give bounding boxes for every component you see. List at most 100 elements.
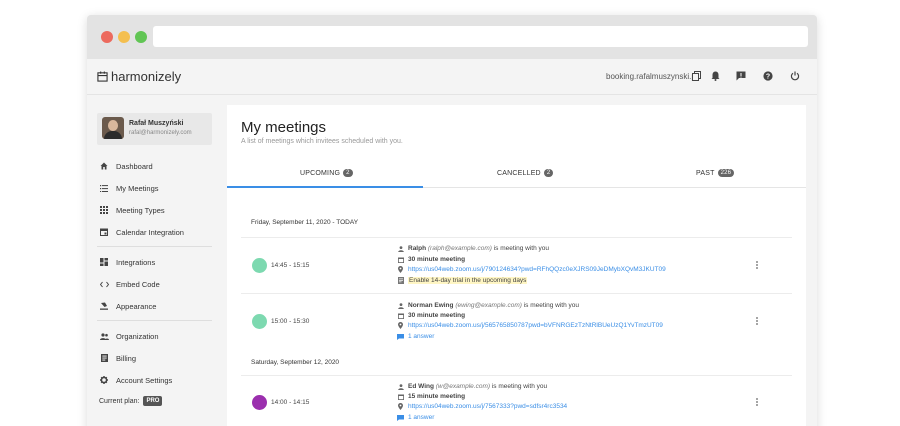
home-icon	[99, 161, 109, 171]
sidebar-item-account-settings[interactable]: Account Settings	[99, 375, 172, 385]
row-divider	[241, 293, 792, 294]
code-icon	[99, 279, 109, 289]
meeting-answers: 1 answer	[397, 333, 434, 340]
sidebar-item-label: My Meetings	[116, 183, 159, 193]
meeting-note-text: Enable 14-day trial in the upcoming days	[408, 277, 528, 284]
gear-icon	[99, 375, 109, 385]
minimize-window-button[interactable]	[118, 31, 130, 43]
meeting-menu-icon[interactable]	[755, 317, 759, 325]
sidebar-item-meeting-types[interactable]: Meeting Types	[99, 205, 165, 215]
meeting-location: https://us04web.zoom.us/j/565765850787pw…	[397, 322, 663, 329]
browser-chrome	[87, 15, 817, 59]
sidebar-item-dashboard[interactable]: Dashboard	[99, 161, 153, 171]
maximize-window-button[interactable]	[135, 31, 147, 43]
tab-past[interactable]: PAST 226	[696, 169, 735, 177]
page-subtitle: A list of meetings which invitees schedu…	[241, 138, 403, 145]
person-icon	[397, 245, 404, 252]
meeting-menu-icon[interactable]	[755, 261, 759, 269]
person-icon	[397, 302, 404, 309]
sidebar-item-appearance[interactable]: Appearance	[99, 301, 156, 311]
meeting-type-label: 30 minute meeting	[408, 256, 466, 263]
row-divider	[241, 237, 792, 238]
billing-icon	[99, 353, 109, 363]
app-logo[interactable]: harmonizely	[97, 69, 181, 84]
sidebar: Rafał Muszyński rafal@harmonizely.com Da…	[87, 95, 223, 426]
meeting-type-label: 15 minute meeting	[408, 393, 466, 400]
active-tab-indicator	[227, 186, 423, 188]
meeting-note: Enable 14-day trial in the upcoming days	[397, 277, 528, 284]
tab-count: 226	[717, 169, 735, 177]
person-icon	[397, 383, 404, 390]
invitee-suffix: is meeting with you	[491, 383, 548, 390]
tab-count: 2	[543, 169, 554, 177]
invitee-email: (w@example.com)	[435, 383, 491, 390]
chat-icon	[397, 414, 404, 421]
answers-link[interactable]: 1 answer	[408, 414, 434, 421]
bell-icon[interactable]	[708, 69, 722, 83]
sidebar-item-label: Organization	[116, 331, 159, 341]
meeting-location: https://us04web.zoom.us/j/7567333?pwd=sd…	[397, 403, 567, 410]
meeting-type: 15 minute meeting	[397, 393, 465, 400]
meeting-time: 14:00 - 14:15	[271, 399, 310, 406]
tab-upcoming[interactable]: UPCOMING 2	[300, 169, 353, 177]
tab-label: CANCELLED	[497, 169, 541, 177]
sidebar-item-label: Dashboard	[116, 161, 153, 171]
location-pin-icon	[397, 266, 404, 273]
calendar-logo-icon	[97, 71, 108, 82]
meeting-time: 15:00 - 15:30	[271, 318, 310, 325]
copy-icon[interactable]	[689, 69, 703, 83]
close-window-button[interactable]	[101, 31, 113, 43]
sidebar-item-billing[interactable]: Billing	[99, 353, 136, 363]
sidebar-item-embed-code[interactable]: Embed Code	[99, 279, 160, 289]
sidebar-item-calendar-integration[interactable]: Calendar Integration	[99, 227, 184, 237]
main-content: My meetings A list of meetings which inv…	[227, 105, 806, 426]
day-heading: Friday, September 11, 2020 - TODAY	[251, 219, 359, 226]
profile-name: Rafał Muszyński	[129, 120, 184, 127]
list-icon	[99, 183, 109, 193]
tab-count: 2	[343, 169, 353, 177]
tab-cancelled[interactable]: CANCELLED 2	[497, 169, 554, 177]
sidebar-item-label: Account Settings	[116, 375, 173, 385]
sidebar-item-label: Meeting Types	[116, 205, 165, 215]
meeting-link[interactable]: https://us04web.zoom.us/j/565765850787pw…	[408, 322, 663, 329]
answers-link[interactable]: 1 answer	[408, 333, 434, 340]
sidebar-item-integrations[interactable]: Integrations	[99, 257, 155, 267]
meeting-menu-icon[interactable]	[755, 398, 759, 406]
calendar-icon	[99, 227, 109, 237]
invitee-email: (ewing@example.com)	[455, 302, 522, 309]
meeting-type: 30 minute meeting	[397, 256, 465, 263]
invitee-suffix: is meeting with you	[523, 302, 579, 309]
meeting-link[interactable]: https://us04web.zoom.us/j/7567333?pwd=sd…	[408, 403, 567, 410]
note-icon	[397, 277, 404, 284]
tab-label: UPCOMING	[300, 169, 341, 177]
meeting-link[interactable]: https://us04web.zoom.us/j/790124634?pwd=…	[408, 266, 666, 273]
avatar	[102, 117, 124, 139]
invitee-name: Norman Ewing	[408, 302, 454, 309]
help-icon[interactable]: ?	[761, 69, 775, 83]
sidebar-item-my-meetings[interactable]: My Meetings	[99, 183, 159, 193]
page-title: My meetings	[241, 119, 327, 136]
invitee-suffix: is meeting with you	[493, 245, 550, 252]
meeting-color-dot	[252, 395, 267, 410]
app-name: harmonizely	[111, 69, 182, 84]
people-icon	[99, 331, 109, 341]
sidebar-item-organization[interactable]: Organization	[99, 331, 159, 341]
meeting-invitee: Ralph (ralph@example.com) is meeting wit…	[397, 245, 549, 252]
address-bar[interactable]	[153, 26, 808, 47]
profile-card[interactable]: Rafał Muszyński rafal@harmonizely.com	[97, 113, 212, 145]
calendar-small-icon	[397, 256, 404, 263]
sidebar-item-label: Appearance	[116, 301, 157, 311]
meeting-time: 14:45 - 15:15	[271, 262, 310, 269]
plan-label: Current plan:	[99, 397, 140, 405]
day-heading: Saturday, September 12, 2020	[251, 359, 340, 366]
feedback-icon[interactable]	[734, 69, 748, 83]
svg-text:?: ?	[766, 74, 770, 81]
location-pin-icon	[397, 403, 404, 410]
meeting-type-label: 30 minute meeting	[408, 312, 466, 319]
calendar-small-icon	[397, 312, 404, 319]
sidebar-item-label: Billing	[116, 353, 137, 363]
booking-url[interactable]: booking.rafalmuszynski.pl	[606, 72, 698, 81]
power-icon[interactable]	[788, 69, 802, 83]
invitee-name: Ed Wing	[408, 383, 434, 390]
meeting-color-dot	[252, 314, 267, 329]
